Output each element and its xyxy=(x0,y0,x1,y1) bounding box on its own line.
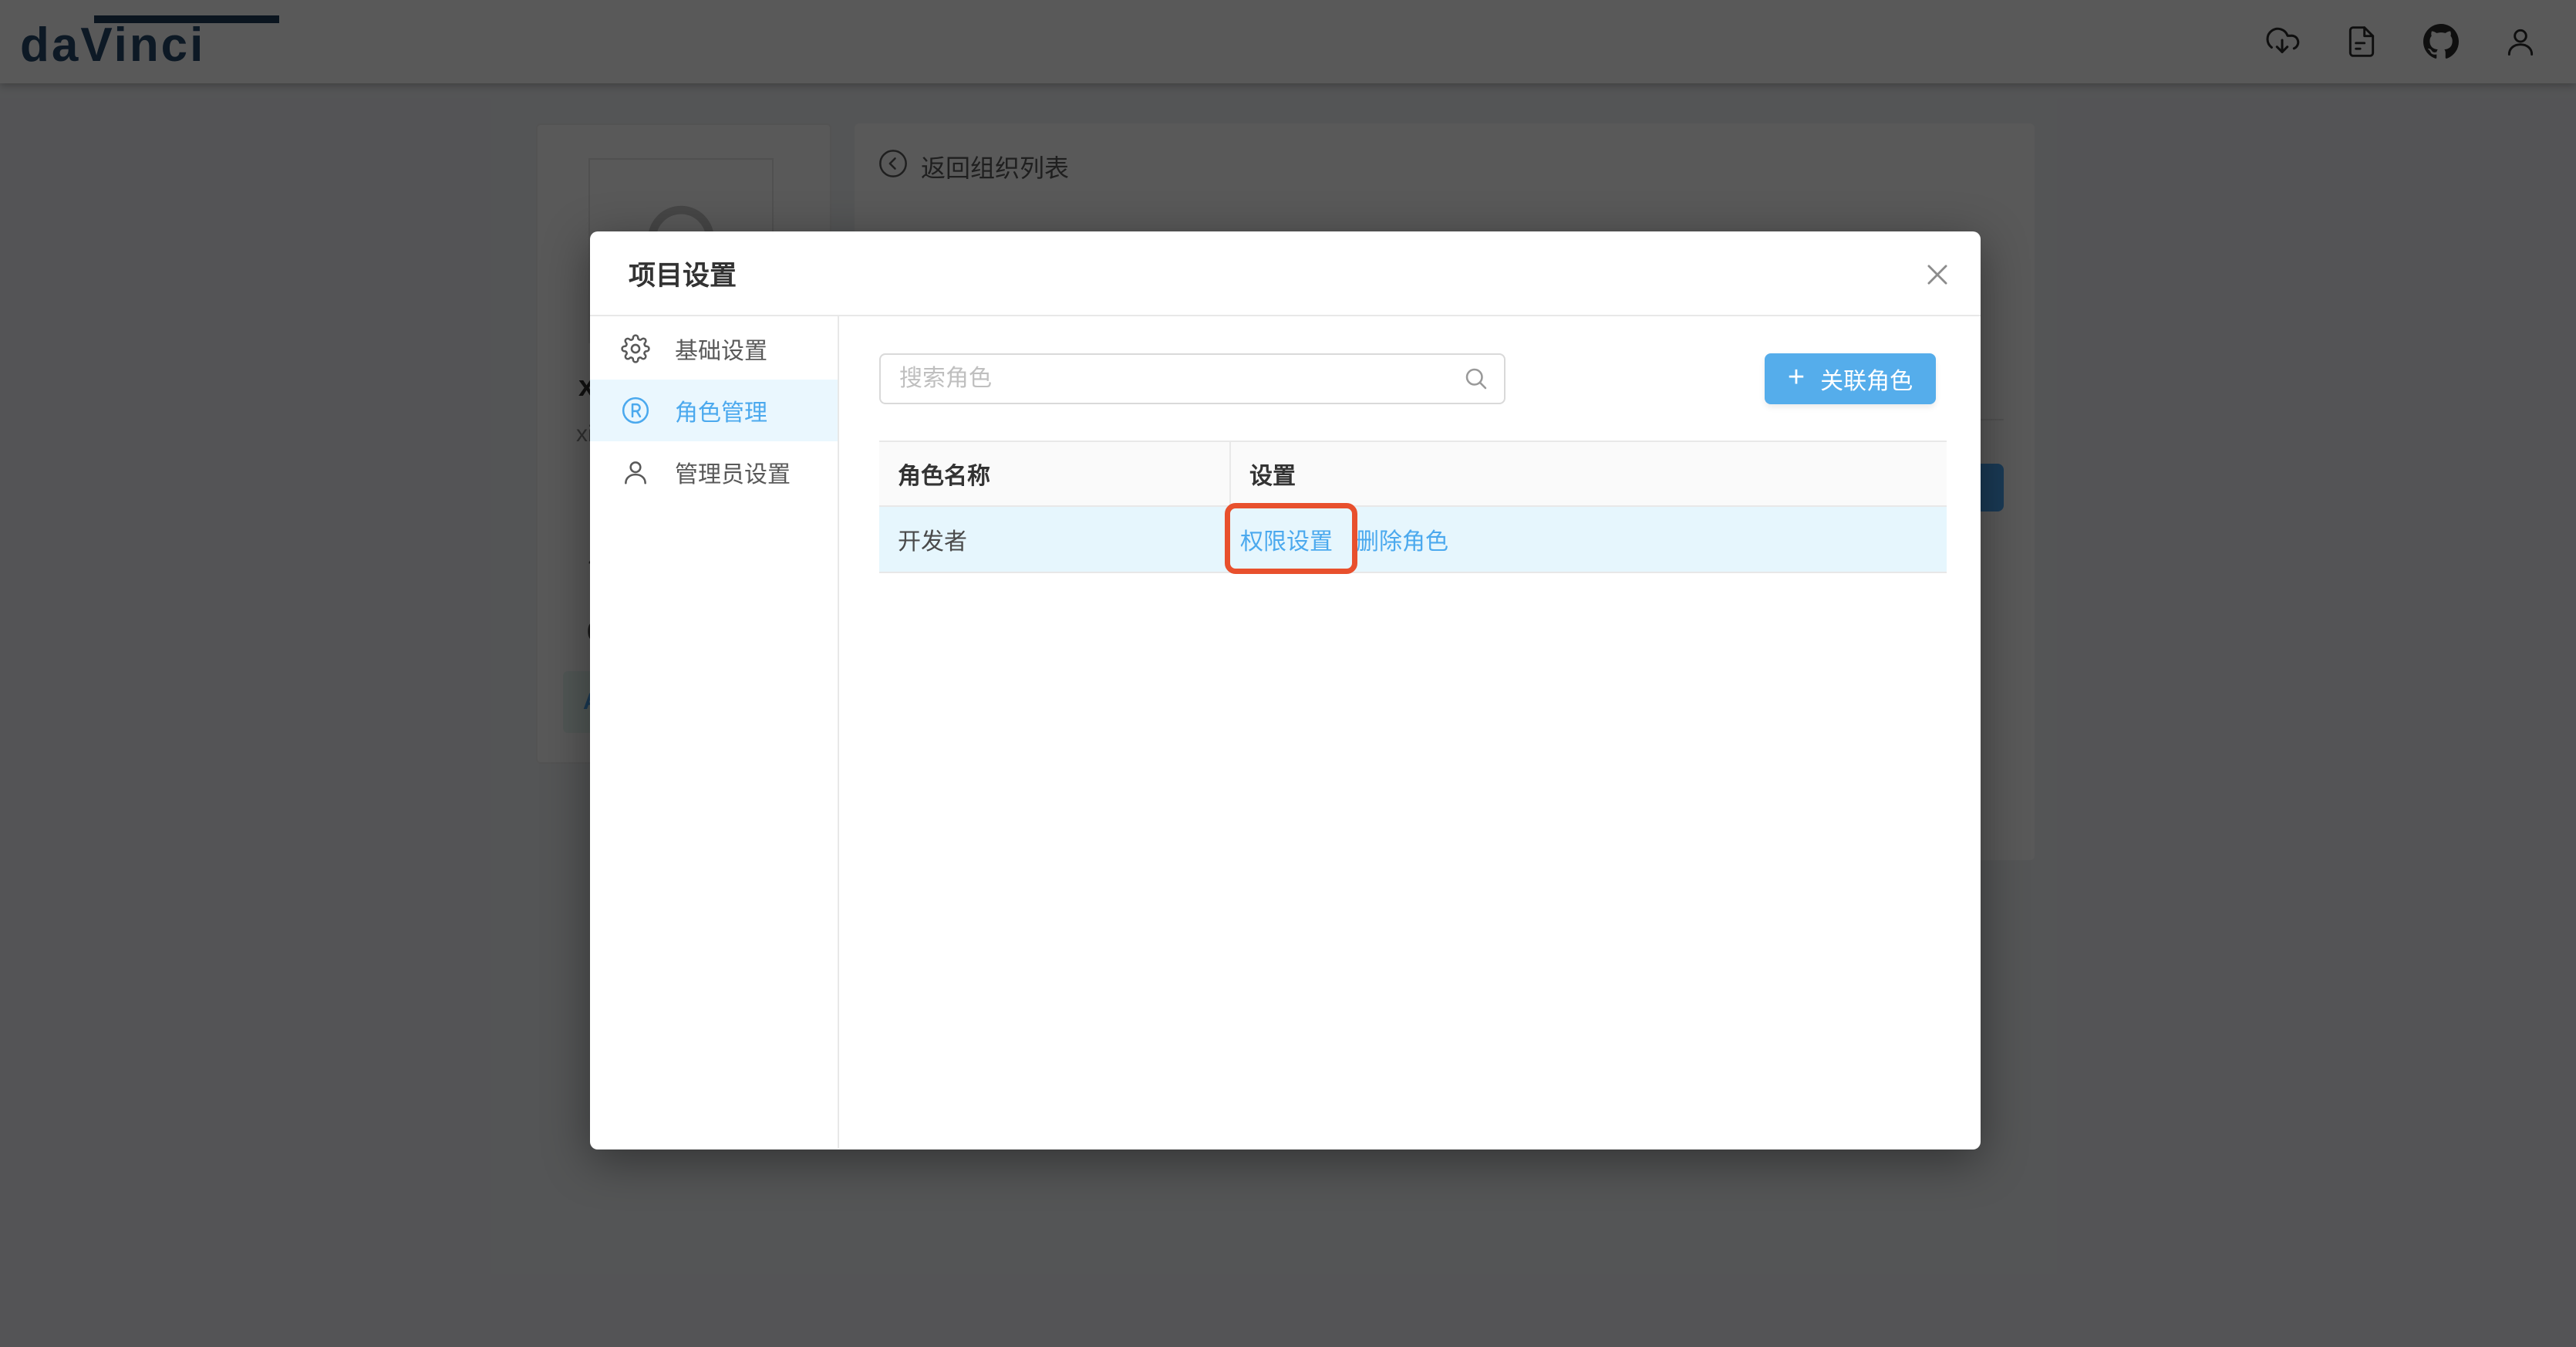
modal-header: 项目设置 xyxy=(590,231,1981,316)
registered-icon xyxy=(621,396,650,425)
modal-sidebar: 基础设置 角色管理 xyxy=(590,316,839,1148)
sidebar-item-label: 角色管理 xyxy=(675,393,767,427)
search-icon[interactable] xyxy=(1462,365,1490,397)
column-header-settings: 设置 xyxy=(1229,442,1947,505)
role-management-pane: + 关联角色 角色名称 设置 开发者 权限设置 删除角色 xyxy=(839,316,1981,1148)
sidebar-item-role-management[interactable]: 角色管理 xyxy=(590,380,838,441)
user-icon xyxy=(621,457,650,487)
role-actions-cell: 权限设置 删除角色 xyxy=(1229,507,1947,572)
search-field-wrap xyxy=(879,353,1505,404)
gear-icon xyxy=(621,334,650,363)
search-role-input[interactable] xyxy=(879,353,1505,404)
associate-role-label: 关联角色 xyxy=(1820,362,1913,396)
role-table: 角色名称 设置 开发者 权限设置 删除角色 xyxy=(879,441,1947,573)
modal-body: 基础设置 角色管理 xyxy=(590,316,1981,1148)
permission-settings-link[interactable]: 权限设置 xyxy=(1240,522,1333,556)
plus-icon: + xyxy=(1788,363,1805,392)
delete-role-link[interactable]: 删除角色 xyxy=(1356,522,1448,556)
role-toolbar: + 关联角色 xyxy=(879,353,1936,404)
app-root: daVinci xyxy=(0,0,2576,1347)
modal-title: 项目设置 xyxy=(629,254,737,293)
table-header: 角色名称 设置 xyxy=(879,442,1947,507)
sidebar-item-label: 管理员设置 xyxy=(675,455,791,489)
associate-role-button[interactable]: + 关联角色 xyxy=(1765,353,1936,404)
project-settings-modal: 项目设置 基础设置 xyxy=(590,231,1981,1150)
role-name-cell: 开发者 xyxy=(879,507,1229,572)
close-icon[interactable] xyxy=(1920,258,1954,292)
sidebar-item-admin-settings[interactable]: 管理员设置 xyxy=(590,441,838,503)
sidebar-item-basic-settings[interactable]: 基础设置 xyxy=(590,318,838,380)
column-header-role-name: 角色名称 xyxy=(879,442,1229,505)
sidebar-item-label: 基础设置 xyxy=(675,332,767,366)
table-row: 开发者 权限设置 删除角色 xyxy=(879,507,1947,573)
